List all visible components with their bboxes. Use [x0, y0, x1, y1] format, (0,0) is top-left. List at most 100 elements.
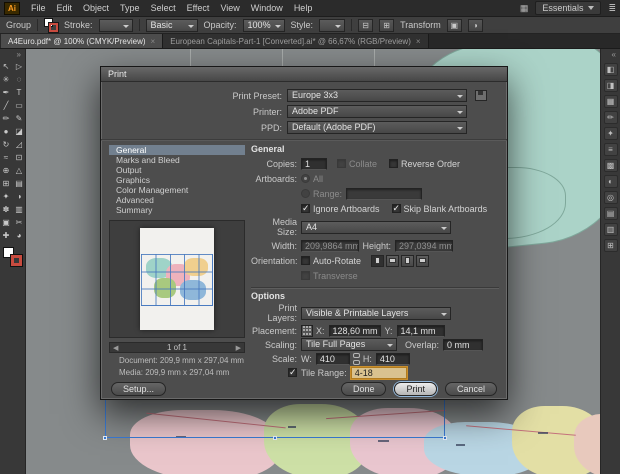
dialog-section-color-management[interactable]: Color Management	[109, 185, 245, 195]
transverse-checkbox[interactable]	[301, 271, 310, 280]
orientation-portrait-icon[interactable]	[371, 255, 384, 267]
menu-object[interactable]: Object	[78, 1, 114, 15]
dialog-titlebar[interactable]: Print	[101, 67, 507, 82]
print-button[interactable]: Print	[394, 382, 437, 396]
menu-select[interactable]: Select	[146, 1, 181, 15]
ignore-artboards-checkbox[interactable]	[301, 204, 310, 213]
width-tool[interactable]: ≈	[0, 151, 12, 163]
dialog-section-advanced[interactable]: Advanced	[109, 195, 245, 205]
scale-h-input[interactable]: 410	[376, 353, 410, 365]
layers-panel-icon[interactable]: ▥	[604, 223, 618, 236]
printer-dropdown[interactable]: Adobe PDF	[287, 105, 467, 118]
pencil-tool[interactable]: ✎	[13, 112, 25, 124]
dialog-section-summary[interactable]: Summary	[109, 205, 245, 215]
recolor-icon[interactable]: ◑	[468, 19, 483, 32]
width-input[interactable]: 209,9864 mm	[301, 240, 359, 252]
app-logo-icon[interactable]: Ai	[4, 2, 20, 15]
arrange-documents-icon[interactable]: ▦	[520, 3, 529, 14]
graphic-styles-panel-icon[interactable]: ▤	[604, 207, 618, 220]
selection-tool[interactable]: ↖	[0, 60, 12, 72]
artboards-all-radio[interactable]	[301, 174, 310, 183]
line-segment-tool[interactable]: ╱	[0, 99, 12, 111]
document-tab-european-capitals[interactable]: European Capitals-Part-1 [Converted].ai*…	[163, 34, 428, 48]
dialog-section-marks-and-bleed[interactable]: Marks and Bleed	[109, 155, 245, 165]
done-button[interactable]: Done	[341, 382, 387, 396]
paintbrush-tool[interactable]: ✏	[0, 112, 12, 124]
next-page-icon[interactable]: ▶	[236, 344, 241, 352]
auto-rotate-checkbox[interactable]	[301, 256, 310, 265]
rectangle-tool[interactable]: ▭	[13, 99, 25, 111]
orientation-portrait-reverse-icon[interactable]	[401, 255, 414, 267]
transparency-panel-icon[interactable]: ◐	[604, 175, 618, 188]
save-preset-icon[interactable]	[475, 90, 487, 101]
isolate-icon[interactable]: ▣	[447, 19, 462, 32]
menu-effect[interactable]: Effect	[182, 1, 215, 15]
collate-checkbox[interactable]	[337, 159, 346, 168]
orientation-landscape-icon[interactable]	[386, 255, 399, 267]
dialog-section-general[interactable]: General	[109, 145, 245, 155]
artboards-range-radio[interactable]	[301, 189, 310, 198]
selection-handle[interactable]	[443, 436, 447, 440]
menu-edit[interactable]: Edit	[52, 1, 78, 15]
artboards-panel-icon[interactable]: ⊞	[604, 239, 618, 252]
appearance-panel-icon[interactable]: ◎	[604, 191, 618, 204]
brushes-panel-icon[interactable]: ✏	[604, 111, 618, 124]
stroke-color-swatch[interactable]	[11, 255, 22, 266]
cs-live-icon[interactable]: ≣	[608, 3, 616, 14]
magic-wand-tool[interactable]: ✳	[0, 73, 12, 85]
selection-handle[interactable]	[273, 436, 277, 440]
eyedropper-tool[interactable]: ✦	[0, 190, 12, 202]
height-input[interactable]: 297,0394 mm	[395, 240, 453, 252]
menu-file[interactable]: File	[26, 1, 51, 15]
style-dropdown[interactable]	[319, 19, 345, 32]
workspace-switcher[interactable]: Essentials	[535, 1, 601, 15]
placement-x-input[interactable]: 128,60 mm	[329, 325, 381, 337]
symbol-sprayer-tool[interactable]: ✽	[0, 203, 12, 215]
menu-help[interactable]: Help	[289, 1, 318, 15]
copies-input[interactable]: 1	[301, 158, 327, 170]
distribute-icon[interactable]: ⊞	[379, 19, 394, 32]
direct-selection-tool[interactable]: ▷	[13, 60, 25, 72]
media-size-dropdown[interactable]: A4	[301, 221, 451, 234]
brush-dropdown[interactable]: Basic	[146, 19, 198, 32]
collapse-tools-icon[interactable]: »	[13, 50, 25, 60]
artboard-tool[interactable]: ▣	[0, 216, 12, 228]
menu-view[interactable]: View	[215, 1, 244, 15]
zoom-tool[interactable]: ◕	[13, 229, 25, 241]
transform-label[interactable]: Transform	[400, 20, 441, 30]
color-panel-icon[interactable]: ◧	[604, 63, 618, 76]
print-preset-dropdown[interactable]: Europe 3x3	[287, 89, 467, 102]
document-tab-a4euro[interactable]: A4Euro.pdf* @ 100% (CMYK/Preview) ×	[1, 34, 163, 48]
gradient-tool[interactable]: ▤	[13, 177, 25, 189]
ppd-dropdown[interactable]: Default (Adobe PDF)	[287, 121, 467, 134]
fill-stroke-proxy[interactable]	[44, 18, 58, 32]
print-layers-dropdown[interactable]: Visible & Printable Layers	[301, 307, 451, 320]
previous-page-icon[interactable]: ◀	[113, 344, 118, 352]
menu-window[interactable]: Window	[246, 1, 288, 15]
lasso-tool[interactable]: ◌	[13, 73, 25, 85]
align-icon[interactable]: ⊟	[358, 19, 373, 32]
menu-type[interactable]: Type	[115, 1, 145, 15]
shape-builder-tool[interactable]: ⊕	[0, 164, 12, 176]
tile-range-checkbox[interactable]	[288, 368, 297, 377]
overlap-input[interactable]: 0 mm	[443, 339, 483, 351]
swatches-panel-icon[interactable]: ▦	[604, 95, 618, 108]
opacity-dropdown[interactable]: 100%	[243, 19, 285, 32]
constrain-proportions-icon[interactable]	[353, 353, 360, 365]
scale-tool[interactable]: ◿	[13, 138, 25, 150]
stroke-panel-icon[interactable]: ≡	[604, 143, 618, 156]
orientation-landscape-reverse-icon[interactable]	[416, 255, 429, 267]
free-transform-tool[interactable]: ⊡	[13, 151, 25, 163]
stroke-swatch[interactable]	[49, 23, 58, 32]
setup-button[interactable]: Setup...	[111, 382, 166, 396]
pen-tool[interactable]: ✒	[0, 86, 12, 98]
skip-blank-artboards-checkbox[interactable]	[392, 204, 401, 213]
dialog-section-graphics[interactable]: Graphics	[109, 175, 245, 185]
placement-proxy-widget[interactable]	[301, 325, 313, 337]
gradient-panel-icon[interactable]: ▩	[604, 159, 618, 172]
eraser-tool[interactable]: ◪	[13, 125, 25, 137]
dialog-section-output[interactable]: Output	[109, 165, 245, 175]
mesh-tool[interactable]: ⊞	[0, 177, 12, 189]
close-tab-icon[interactable]: ×	[416, 37, 421, 46]
cancel-button[interactable]: Cancel	[445, 382, 497, 396]
